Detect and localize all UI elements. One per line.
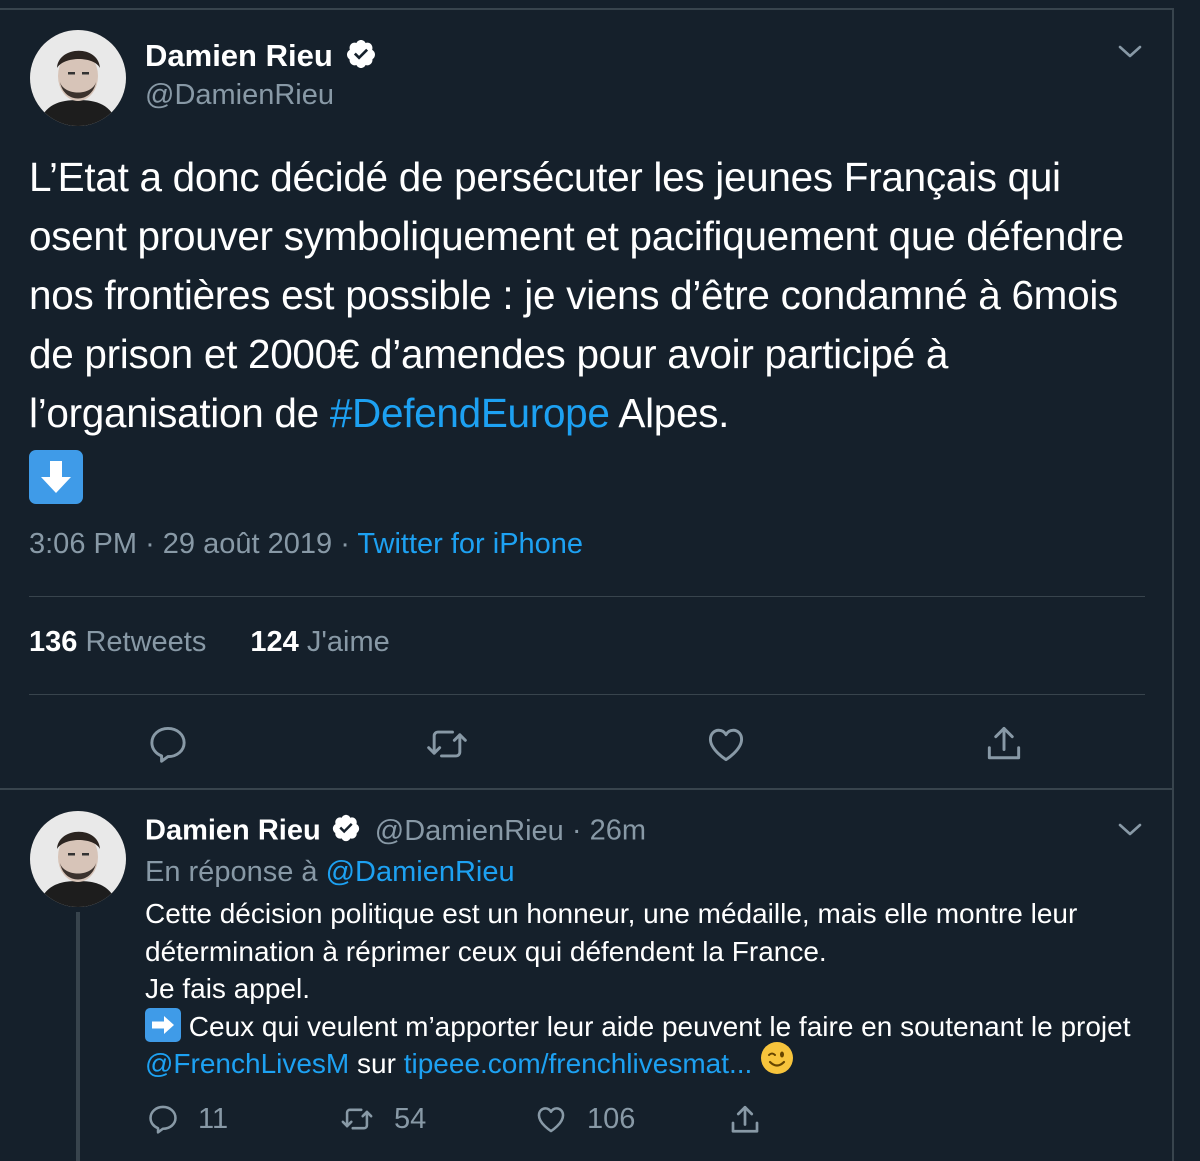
retweet-count: 54 (394, 1102, 427, 1135)
like-button[interactable] (704, 722, 748, 766)
winking-face-emoji-icon (760, 1041, 794, 1085)
share-icon (987, 726, 1021, 760)
chevron-down-icon[interactable] (1116, 820, 1144, 845)
retweet-icon (427, 730, 467, 758)
right-border (1172, 8, 1174, 1161)
thread-line (76, 912, 80, 1161)
reply-author-handle[interactable]: @DamienRieu (375, 815, 564, 847)
chevron-down-icon[interactable] (1116, 42, 1144, 67)
right-arrow-emoji-icon (145, 1008, 181, 1043)
reply-line-3-text: Ceux qui veulent m’apporter leur aide pe… (188, 1010, 1131, 1042)
reply-line-3: Ceux qui veulent m’apporter leur aide pe… (145, 1008, 1155, 1085)
tweet-text-end: Alpes. (609, 390, 730, 436)
reply-button[interactable] (146, 722, 190, 766)
reply-line-1: Cette décision politique est un honneur,… (145, 898, 1078, 967)
author-name[interactable]: Damien Rieu (145, 38, 377, 78)
reply-line-2: Je fais appel. (145, 973, 310, 1004)
in-reply-to: En réponse à @DamienRieu (145, 856, 515, 889)
retweets-stat[interactable]: 136 Retweets (29, 626, 214, 658)
avatar[interactable] (30, 30, 126, 126)
url-link[interactable]: tipeee.com/frenchlivesmat... (404, 1048, 753, 1079)
heart-icon (537, 1107, 565, 1133)
verified-badge-icon (331, 813, 361, 851)
reply-count: 11 (198, 1102, 229, 1135)
stats-divider (29, 694, 1145, 695)
verified-badge-icon (345, 38, 377, 78)
retweet-icon (341, 1108, 373, 1130)
meta-divider (29, 596, 1145, 597)
mention-link[interactable]: @FrenchLivesM (145, 1048, 349, 1079)
reply-share-button[interactable] (727, 1102, 763, 1138)
share-icon (731, 1105, 759, 1133)
in-reply-prefix: En réponse à (145, 856, 318, 888)
reply-text: Cette décision politique est un honneur,… (145, 895, 1155, 1084)
top-border (0, 8, 1174, 10)
like-count: 106 (587, 1102, 636, 1135)
down-arrow-emoji-icon (29, 450, 83, 505)
likes-stat[interactable]: 124 J'aime (250, 626, 389, 658)
tweet-date[interactable]: 29 août 2019 (163, 528, 332, 560)
reply-mid-text: sur (349, 1048, 404, 1079)
tweet-time[interactable]: 3:06 PM (29, 528, 137, 560)
tweet-separator (0, 788, 1174, 790)
reply-avatar[interactable] (30, 811, 126, 907)
author-name-text: Damien Rieu (145, 38, 333, 74)
meta-separator-2: · (340, 528, 350, 560)
reply-icon (149, 1105, 177, 1134)
reply-separator: · (571, 814, 582, 847)
retweet-button[interactable] (424, 722, 470, 766)
reply-age[interactable]: 26m (590, 815, 646, 847)
heart-icon (708, 728, 744, 762)
reply-icon (150, 726, 186, 763)
reply-author-name[interactable]: Damien Rieu (145, 815, 321, 847)
likes-count: 124 (250, 626, 299, 658)
likes-label: J'aime (306, 626, 390, 658)
tweet-text: L’Etat a donc décidé de persécuter les j… (29, 148, 1159, 505)
author-handle[interactable]: @DamienRieu (145, 79, 334, 112)
hashtag-link[interactable]: #DefendEurope (330, 390, 610, 436)
retweets-count: 136 (29, 626, 78, 658)
tweet-stats: 136 Retweets 124 J'aime (29, 626, 390, 659)
reply-reply-button[interactable]: 11 (146, 1102, 228, 1136)
in-reply-handle[interactable]: @DamienRieu (326, 856, 515, 888)
share-button[interactable] (982, 722, 1026, 766)
reply-header: Damien Rieu @DamienRieu · 26m (145, 813, 646, 851)
tweet-source-link[interactable]: Twitter for iPhone (357, 528, 583, 560)
tweet-meta: 3:06 PM · 29 août 2019 · Twitter for iPh… (29, 528, 583, 561)
reply-like-button[interactable]: 106 (533, 1102, 635, 1136)
retweets-label: Retweets (85, 626, 207, 658)
meta-separator: · (145, 528, 155, 560)
reply-retweet-button[interactable]: 54 (338, 1102, 426, 1136)
